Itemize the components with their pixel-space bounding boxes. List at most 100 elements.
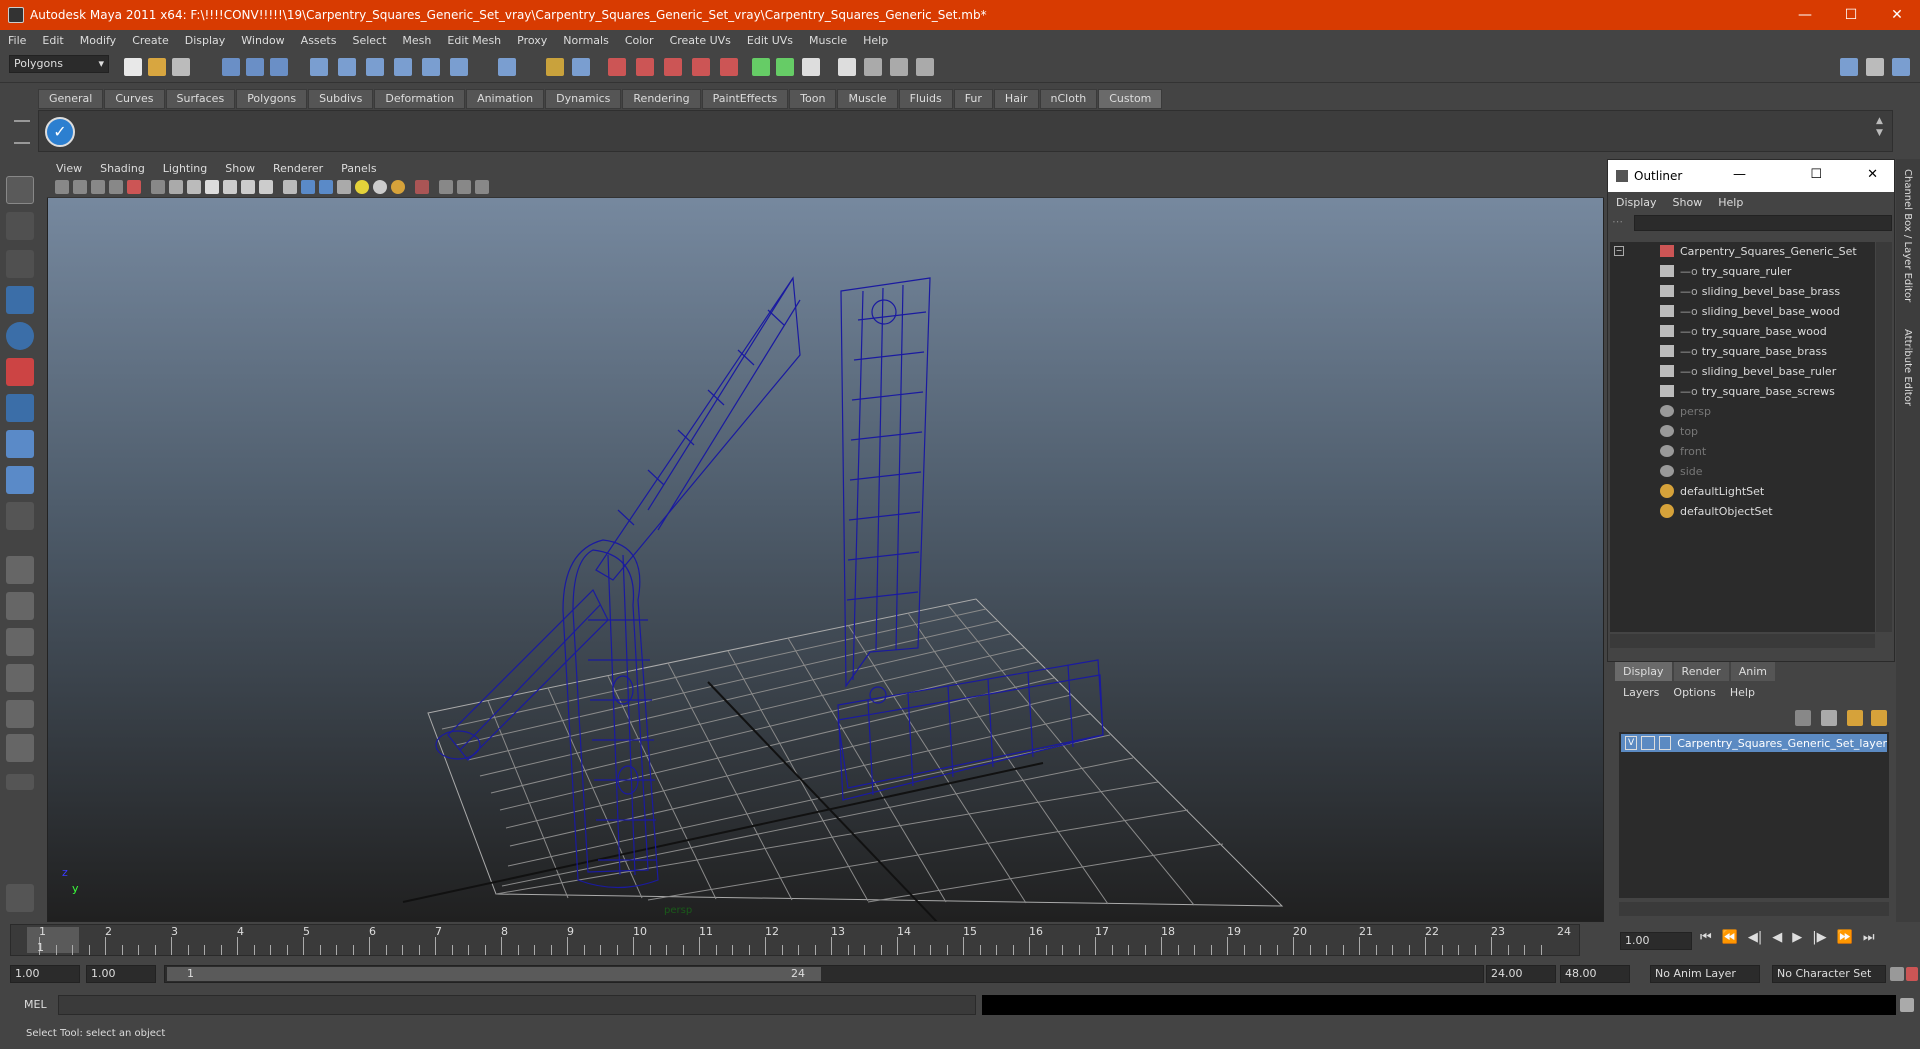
vp-menu-renderer[interactable]: Renderer (264, 162, 332, 175)
xray-joints-icon[interactable] (457, 180, 471, 194)
render-current-icon[interactable] (864, 58, 882, 76)
playback-end-field[interactable]: 24.00 (1486, 965, 1556, 983)
resolution-gate-icon[interactable] (187, 180, 201, 194)
menu-display[interactable]: Display (177, 34, 234, 47)
menu-create[interactable]: Create (124, 34, 177, 47)
list-item[interactable]: —o sliding_bevel_base_wood (1660, 302, 1840, 320)
lock-icon[interactable] (546, 58, 564, 76)
snap-grid-icon[interactable] (310, 58, 328, 76)
lasso-tool-icon[interactable] (6, 212, 34, 240)
shelf-tab-subdivs[interactable]: Subdivs (308, 89, 374, 109)
vp-menu-panels[interactable]: Panels (332, 162, 385, 175)
character-set-dropdown[interactable]: No Character Set (1772, 965, 1886, 983)
shelf-tab-muscle[interactable]: Muscle (837, 89, 898, 109)
snap-plane-icon[interactable] (394, 58, 412, 76)
list-item[interactable]: —o try_square_ruler (1660, 262, 1791, 280)
construction-history-icon[interactable] (636, 58, 654, 76)
grid-toggle-icon[interactable] (151, 180, 165, 194)
shelf-tab-curves[interactable]: Curves (104, 89, 165, 109)
list-item[interactable]: front (1660, 442, 1706, 460)
paint-select-tool-icon[interactable] (6, 250, 34, 278)
shelf-tab-toon[interactable]: Toon (789, 89, 837, 109)
layer-move-up-icon[interactable] (1847, 710, 1863, 726)
collapse-icon[interactable]: − (1614, 246, 1624, 256)
shelf-tab-painteffects[interactable]: PaintEffects (701, 89, 789, 109)
menu-color[interactable]: Color (617, 34, 662, 47)
step-forward-key-icon[interactable]: ⏩ (1837, 930, 1853, 945)
shelf-scroll-icon[interactable]: ▲ ▼ (1876, 115, 1888, 147)
select-hierarchy-icon[interactable] (222, 58, 240, 76)
shelf-tab-rendering[interactable]: Rendering (622, 89, 701, 109)
sculpt-tool-icon[interactable] (6, 884, 34, 912)
layer-menu-options[interactable]: Options (1673, 686, 1715, 699)
layer-menu-layers[interactable]: Layers (1623, 686, 1659, 699)
list-item[interactable]: top (1660, 422, 1698, 440)
vp-menu-view[interactable]: View (47, 162, 91, 175)
input-ops-icon[interactable] (752, 58, 770, 76)
wireframe-on-shaded-icon[interactable] (319, 180, 333, 194)
render-globals-icon[interactable] (916, 58, 934, 76)
list-item[interactable]: persp (1660, 402, 1711, 420)
menu-proxy[interactable]: Proxy (509, 34, 555, 47)
new-scene-icon[interactable] (124, 58, 142, 76)
menu-mesh[interactable]: Mesh (394, 34, 439, 47)
snap-view-icon[interactable] (450, 58, 468, 76)
shelf-tab-polygons[interactable]: Polygons (236, 89, 308, 109)
shelf-tab-fur[interactable]: Fur (953, 89, 993, 109)
mel-label[interactable]: MEL (24, 998, 47, 1011)
isolate-select-icon[interactable] (415, 180, 429, 194)
custom-layout-icon[interactable] (6, 734, 34, 762)
menu-help[interactable]: Help (855, 34, 896, 47)
step-back-frame-icon[interactable]: ◀︎| (1748, 930, 1762, 945)
close-button[interactable]: ✕ (1874, 0, 1920, 30)
menu-muscle[interactable]: Muscle (801, 34, 855, 47)
shelf-tab-fluids[interactable]: Fluids (898, 89, 953, 109)
persp-outliner-layout-icon[interactable] (6, 628, 34, 656)
snap-point-icon[interactable] (366, 58, 384, 76)
rotate-tool-icon[interactable] (6, 322, 34, 350)
menu-modify[interactable]: Modify (72, 34, 124, 47)
selection-mask-icon[interactable] (572, 58, 590, 76)
tab-display[interactable]: Display (1615, 662, 1672, 681)
shadows-icon[interactable] (391, 180, 405, 194)
ipr-render-icon[interactable] (890, 58, 908, 76)
animation-start-field[interactable]: 1.00 (10, 965, 80, 983)
tab-anim[interactable]: Anim (1730, 662, 1775, 681)
menu-edit[interactable]: Edit (34, 34, 71, 47)
perspective-viewport[interactable]: persp z y (47, 159, 1604, 922)
history-icon[interactable] (608, 58, 626, 76)
snap-curve-icon[interactable] (338, 58, 356, 76)
outliner-horizontal-scrollbar[interactable] (1610, 634, 1875, 648)
menu-select[interactable]: Select (344, 34, 394, 47)
grease-pencil-icon[interactable] (127, 180, 141, 194)
outliner-vertical-scrollbar[interactable] (1876, 242, 1892, 632)
four-view-layout-icon[interactable] (6, 592, 34, 620)
range-slider-handle[interactable]: 1 24 (167, 967, 821, 981)
anim-layer-dropdown[interactable]: No Anim Layer (1650, 965, 1760, 983)
single-perspective-layout-icon[interactable] (6, 556, 34, 584)
menu-edit-mesh[interactable]: Edit Mesh (439, 34, 509, 47)
safe-action-icon[interactable] (241, 180, 255, 194)
magnet-live-icon[interactable] (692, 58, 710, 76)
shelf-tab-surfaces[interactable]: Surfaces (165, 89, 236, 109)
open-scene-icon[interactable] (148, 58, 166, 76)
manipulator-tool-icon[interactable] (6, 394, 34, 422)
step-forward-frame-icon[interactable]: |▶︎ (1812, 930, 1826, 945)
attribute-editor-tab[interactable]: Attribute Editor (1902, 329, 1913, 406)
shelf-tab-deformation[interactable]: Deformation (374, 89, 466, 109)
maximize-icon[interactable]: ☐ (1810, 167, 1822, 182)
list-item[interactable]: defaultLightSet (1660, 482, 1764, 500)
playback-start-field[interactable]: 1.00 (86, 965, 156, 983)
list-item[interactable]: —o try_square_base_wood (1660, 322, 1827, 340)
shelf-tab-hair[interactable]: Hair (993, 89, 1039, 109)
layer-visibility-toggle[interactable]: V (1625, 736, 1638, 750)
channel-box-toggle-icon[interactable] (1866, 58, 1884, 76)
key-icon[interactable] (1890, 967, 1904, 981)
scale-tool-icon[interactable] (6, 358, 34, 386)
persp-graph-layout-icon[interactable] (6, 664, 34, 692)
move-tool-icon[interactable] (6, 286, 34, 314)
shelf-tab-dynamics[interactable]: Dynamics (545, 89, 622, 109)
menu-file[interactable]: File (0, 34, 34, 47)
wireframe-mode-icon[interactable] (283, 180, 297, 194)
vp-menu-lighting[interactable]: Lighting (154, 162, 216, 175)
